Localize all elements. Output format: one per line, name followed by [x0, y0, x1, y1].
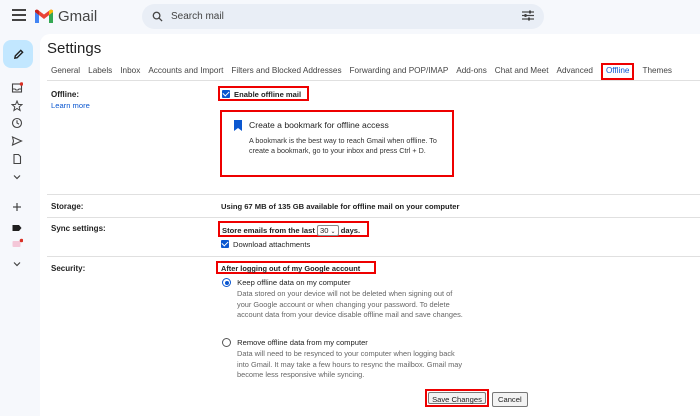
chevron-down-icon: ⌄ [330, 229, 336, 235]
tab-offline[interactable]: Offline [600, 63, 635, 80]
sync-days-select[interactable]: 30 ⌄ [316, 225, 339, 236]
search-icon [152, 11, 163, 22]
learn-more-link[interactable]: Learn more [51, 101, 90, 110]
sync-settings-label: Sync settings: [51, 224, 106, 233]
storage-label: Storage: [51, 202, 84, 211]
app-name: Gmail [58, 8, 98, 25]
gmail-logo[interactable]: Gmail [34, 8, 97, 25]
keep-offline-data-label: Keep offline data on my computer [237, 278, 351, 287]
security-heading: After logging out of my Google account [216, 261, 376, 274]
sync-days-value: 30 [319, 226, 329, 235]
storage-usage-text: Using 67 MB of 135 GB available for offl… [221, 202, 460, 211]
divider [47, 217, 700, 218]
search-input[interactable]: Search mail [171, 11, 224, 22]
tab-add-ons[interactable]: Add-ons [456, 66, 487, 80]
sync-prefix-text: Store emails from the last [222, 226, 315, 235]
tab-themes[interactable]: Themes [642, 66, 672, 80]
keep-offline-data-description: Data stored on your device will not be d… [237, 289, 463, 319]
tab-chat-and-meet[interactable]: Chat and Meet [495, 66, 549, 80]
search-bar[interactable]: Search mail [142, 4, 544, 29]
save-highlight: Save Changes [425, 389, 489, 407]
checkbox-checked-icon [221, 240, 229, 248]
chevron-down-icon[interactable] [11, 258, 23, 270]
keep-offline-data-option[interactable]: Keep offline data on my computer [222, 278, 351, 287]
send-icon[interactable] [11, 135, 23, 147]
checkbox-checked-icon [222, 90, 230, 98]
label-color-icon[interactable] [11, 238, 23, 250]
sync-suffix-text: days. [340, 226, 361, 235]
security-label: Security: [51, 264, 86, 273]
search-options-icon[interactable] [522, 10, 534, 21]
compose-button[interactable] [3, 40, 33, 68]
download-attachments-label: Download attachments [233, 240, 311, 249]
main-menu-icon[interactable] [12, 9, 26, 23]
bookmark-callout: Create a bookmark for offline access A b… [220, 110, 454, 177]
page-title: Settings [47, 40, 102, 57]
download-attachments-checkbox[interactable]: Download attachments [221, 240, 310, 249]
remove-offline-data-description: Data will need to be resynced to your co… [237, 349, 463, 379]
save-changes-button[interactable]: Save Changes [428, 392, 486, 404]
gmail-m-icon [35, 9, 53, 23]
draft-icon[interactable] [11, 153, 23, 165]
tab-labels[interactable]: Labels [88, 66, 112, 80]
tab-general[interactable]: General [51, 66, 80, 80]
tabs-divider [47, 80, 700, 81]
bookmark-title: Create a bookmark for offline access [249, 120, 389, 130]
pencil-icon [13, 48, 24, 59]
inbox-icon[interactable] [11, 82, 23, 94]
remove-offline-data-label: Remove offline data from my computer [237, 338, 368, 347]
star-icon[interactable] [11, 100, 23, 112]
remove-offline-data-option[interactable]: Remove offline data from my computer [222, 338, 368, 347]
bookmark-icon [234, 120, 242, 131]
tab-accounts-and-import[interactable]: Accounts and Import [148, 66, 223, 80]
radio-selected-icon [222, 278, 231, 287]
enable-offline-mail-checkbox[interactable]: Enable offline mail [218, 86, 309, 101]
radio-unselected-icon [222, 338, 231, 347]
divider [47, 256, 700, 257]
cancel-button[interactable]: Cancel [492, 392, 528, 407]
clock-icon[interactable] [11, 117, 23, 129]
plus-icon[interactable] [11, 201, 23, 213]
settings-tabs: General Labels Inbox Accounts and Import… [51, 63, 680, 80]
offline-label: Offline: [51, 90, 79, 99]
bookmark-description: A bookmark is the best way to reach Gmai… [249, 136, 437, 155]
tab-forwarding[interactable]: Forwarding and POP/IMAP [350, 66, 449, 80]
label-icon[interactable] [11, 222, 23, 234]
chevron-down-icon[interactable] [11, 171, 23, 183]
tab-advanced[interactable]: Advanced [557, 66, 593, 80]
divider [47, 194, 700, 195]
enable-offline-mail-label: Enable offline mail [234, 90, 302, 99]
sync-duration-row: Store emails from the last 30 ⌄ days. [218, 221, 369, 237]
tab-filters[interactable]: Filters and Blocked Addresses [231, 66, 341, 80]
tab-inbox[interactable]: Inbox [120, 66, 140, 80]
